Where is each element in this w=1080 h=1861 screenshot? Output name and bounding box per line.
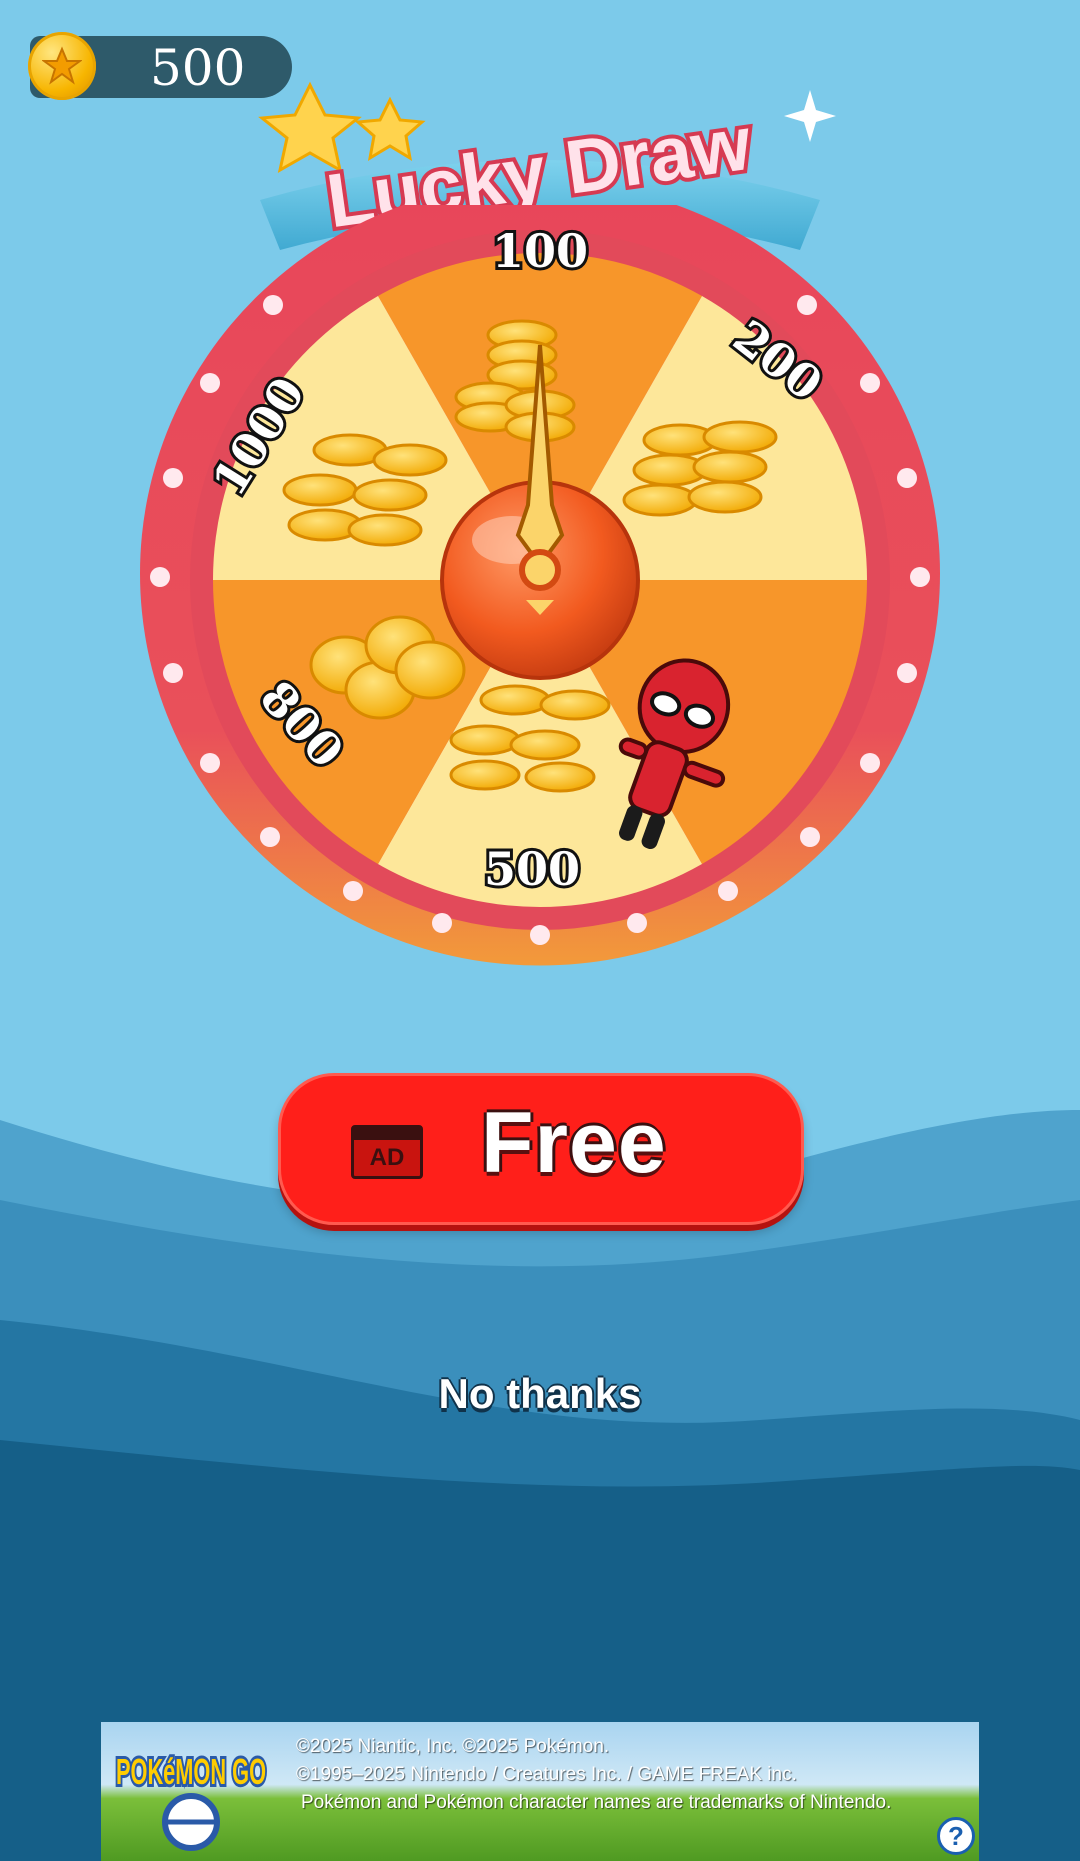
coin-stack-icon: [622, 420, 778, 517]
free-spin-button[interactable]: AD Free: [278, 1073, 804, 1225]
free-button-label: Free: [481, 1095, 667, 1191]
ad-help-icon[interactable]: ?: [937, 1817, 975, 1855]
pokemon-go-logo: POKéMON GO: [113, 1748, 269, 1851]
segment-label-100: 100: [492, 224, 588, 278]
sparkle-icon: [784, 90, 836, 142]
prize-wheel[interactable]: 100 200 500 800 1000: [140, 205, 940, 985]
segment-label-500: 500: [484, 842, 580, 896]
ad-copyright-line1: ©2025 Niantic, Inc. ©2025 Pokémon.: [296, 1736, 610, 1757]
ad-video-icon: AD: [351, 1125, 423, 1179]
coin-icon: [28, 32, 96, 100]
coin-count: 500: [150, 39, 246, 97]
ad-banner[interactable]: POKéMON GO ©2025 Niantic, Inc. ©2025 Pok…: [101, 1722, 979, 1861]
no-thanks-button[interactable]: No thanks: [0, 1370, 1080, 1418]
ad-copyright-line3: Pokémon and Pokémon character names are …: [301, 1792, 892, 1813]
ad-copyright-line2: ©1995–2025 Nintendo / Creatures Inc. / G…: [296, 1764, 797, 1785]
svg-text:POKéMON GO: POKéMON GO: [116, 1751, 266, 1792]
